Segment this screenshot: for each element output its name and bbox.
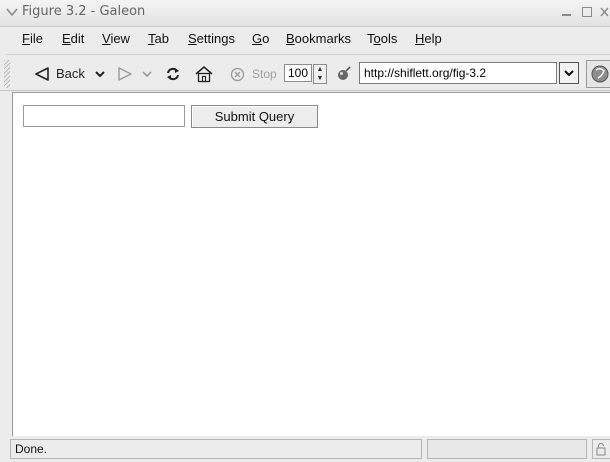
url-history-dropdown[interactable] [559, 62, 579, 84]
title-bar[interactable]: Figure 3.2 - Galeon [0, 0, 610, 27]
zoom-icon[interactable] [336, 66, 352, 88]
reload-icon [164, 66, 182, 82]
back-arrow-icon [34, 66, 50, 82]
zoom-field[interactable] [284, 64, 312, 82]
menu-bookmarks[interactable]: Bookmarks [286, 31, 351, 46]
menu-view[interactable]: View [102, 31, 130, 46]
menu-separator [6, 54, 610, 55]
zoom-stepper[interactable]: ▲ ▼ [313, 64, 327, 84]
navigation-toolbar: Back Stop 100 ▲ ▼ http://shiflett.org/fi… [0, 58, 610, 90]
stop-label: Stop [252, 67, 277, 81]
go-button[interactable] [586, 60, 610, 88]
menu-help[interactable]: Help [415, 31, 442, 46]
progress-bar [427, 439, 587, 459]
back-label: Back [56, 66, 85, 81]
web-content: Submit Query [12, 92, 610, 437]
browser-window: Figure 3.2 - Galeon File Edit View Tab S… [0, 0, 610, 462]
menu-file[interactable]: File [22, 31, 43, 46]
menu-go[interactable]: Go [252, 31, 269, 46]
toolbar-separator [0, 90, 610, 91]
close-icon[interactable] [598, 4, 610, 20]
menu-tab[interactable]: Tab [148, 31, 169, 46]
minimize-icon[interactable] [560, 4, 574, 20]
window-title: Figure 3.2 - Galeon [22, 4, 146, 19]
back-history-chevron-icon[interactable] [94, 66, 106, 82]
forward-arrow-icon [117, 66, 133, 82]
menu-edit[interactable]: Edit [62, 31, 84, 46]
menu-settings[interactable]: Settings [188, 31, 235, 46]
security-lock-icon[interactable] [592, 439, 610, 459]
maximize-icon[interactable] [580, 4, 594, 20]
zoom-down-icon[interactable]: ▼ [314, 74, 326, 83]
status-bar: Done. [0, 436, 610, 462]
forward-history-chevron-icon[interactable] [141, 66, 153, 82]
go-icon [587, 61, 610, 87]
url-input[interactable] [359, 62, 557, 84]
home-icon [194, 65, 214, 83]
submit-query-button[interactable]: Submit Query [191, 105, 318, 128]
query-text-input[interactable] [23, 105, 185, 127]
menu-tools[interactable]: Tools [367, 31, 397, 46]
chevron-down-icon[interactable] [4, 3, 20, 21]
zoom-up-icon[interactable]: ▲ [314, 65, 326, 74]
toolbar-grip[interactable] [4, 60, 10, 88]
status-message: Done. [10, 439, 422, 459]
stop-icon [230, 67, 245, 82]
